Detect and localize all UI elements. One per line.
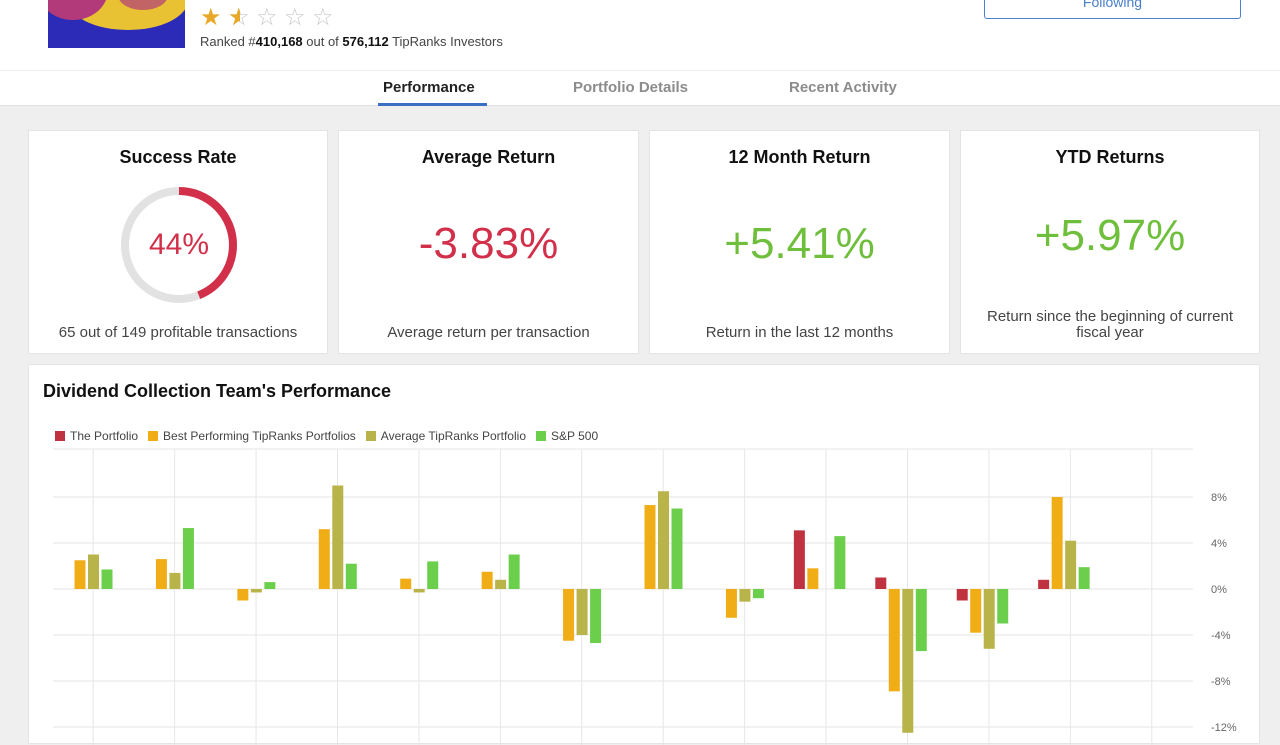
total-investors: 576,112 [342,34,389,49]
card-description: 65 out of 149 profitable transactions [58,324,298,341]
bar-best-performing-tipranks-portfolios [318,529,330,589]
performance-chart-panel: Dividend Collection Team's Performance T… [28,364,1260,745]
bar-average-tipranks-portfolio [739,589,751,602]
bar-average-tipranks-portfolio [332,485,344,589]
tab-portfolio-details[interactable]: Portfolio Details [573,79,688,96]
active-tab-indicator [378,103,487,106]
bar-the-portfolio [1038,579,1050,589]
star-empty-icon: ☆ [256,3,278,31]
y-tick-label: 8% [1211,492,1227,504]
bar-the-portfolio [875,577,887,589]
star-half-icon: ☆ ★ [228,3,250,31]
star-empty-icon: ☆ [284,3,306,31]
bar-best-performing-tipranks-portfolios [563,589,575,641]
card-title: 12 Month Return [728,147,871,167]
bar-best-performing-tipranks-portfolios [481,571,493,589]
y-tick-label: -12% [1211,722,1237,734]
bar-average-tipranks-portfolio [902,589,914,733]
bar-average-tipranks-portfolio [169,572,181,589]
bar-best-performing-tipranks-portfolios [807,568,819,589]
bar-average-tipranks-portfolio [495,579,507,589]
bar-the-portfolio [956,589,968,601]
bar-best-performing-tipranks-portfolios [1051,497,1063,589]
bar-best-performing-tipranks-portfolios [400,578,412,589]
profile-header: ★ ☆ ★ ☆ ☆ ☆ Ranked #410,168 out of 576,11… [0,0,1280,106]
bar-best-performing-tipranks-portfolios [725,589,737,618]
star-full-icon: ★ [200,3,222,31]
bar-average-tipranks-portfolio [413,589,425,593]
bar-s-p-500 [508,554,520,589]
bar-s-p-500 [590,589,602,644]
tab-recent-activity[interactable]: Recent Activity [789,79,897,96]
average-return-value: -3.83% [418,219,559,268]
y-tick-label: -8% [1211,676,1231,688]
success-rate-card: Success Rate 44% 65 out of 149 profitabl… [28,130,328,354]
avatar [48,0,185,48]
y-tick-label: -4% [1211,630,1231,642]
bar-best-performing-tipranks-portfolios [155,559,167,589]
card-title: Average Return [421,147,556,167]
bar-s-p-500 [427,561,439,589]
bar-average-tipranks-portfolio [88,554,99,589]
bar-s-p-500 [345,563,357,589]
bar-best-performing-tipranks-portfolios [237,589,249,601]
performance-bar-chart: 8% 4% 0% -4% -8% -12% [53,448,1237,745]
star-empty-icon: ☆ [312,3,334,31]
card-description: Average return per transaction [387,324,590,341]
bar-s-p-500 [101,569,113,589]
bar-s-p-500 [834,536,846,589]
bar-average-tipranks-portfolio [983,589,995,649]
bar-s-p-500 [264,582,276,589]
y-tick-label: 0% [1211,584,1227,596]
twelve-month-return-value: +5.41% [724,219,875,268]
bar-s-p-500 [915,589,927,652]
bar-s-p-500 [752,589,764,599]
star-rating: ★ ☆ ★ ☆ ☆ ☆ [200,4,337,30]
ytd-returns-value: +5.97% [1034,211,1186,260]
bar-average-tipranks-portfolio [576,589,588,635]
bar-s-p-500 [671,508,683,589]
card-description: Return since the beginning of current fi… [987,308,1233,341]
following-button[interactable]: Following [984,0,1241,19]
bar-average-tipranks-portfolio [658,491,669,589]
card-title: YTD Returns [1055,147,1165,167]
bar-average-tipranks-portfolio [250,589,262,593]
bar-best-performing-tipranks-portfolios [888,589,900,692]
bar-average-tipranks-portfolio [1065,540,1077,589]
rank-text: Ranked #410,168 out of 576,112 TipRanks … [200,34,503,49]
tab-bar: Performance Portfolio Details Recent Act… [0,70,1280,106]
y-tick-label: 4% [1211,538,1227,550]
bar-best-performing-tipranks-portfolios [970,589,982,633]
twelve-month-return-card: 12 Month Return +5.41% Return in the las… [649,130,950,354]
bar-the-portfolio [793,530,805,589]
tab-performance[interactable]: Performance [383,79,475,96]
bar-s-p-500 [1078,567,1090,589]
average-return-card: Average Return -3.83% Average return per… [338,130,639,354]
card-description: Return in the last 12 months [705,324,894,341]
bar-best-performing-tipranks-portfolios [644,505,656,589]
ytd-returns-card: YTD Returns +5.97% Return since the begi… [960,130,1260,354]
rank-number: 410,168 [255,34,303,49]
bar-s-p-500 [997,589,1009,624]
bar-best-performing-tipranks-portfolios [74,560,86,589]
card-title: Success Rate [119,147,237,167]
bar-s-p-500 [182,528,194,589]
success-rate-value: 44% [148,228,210,261]
